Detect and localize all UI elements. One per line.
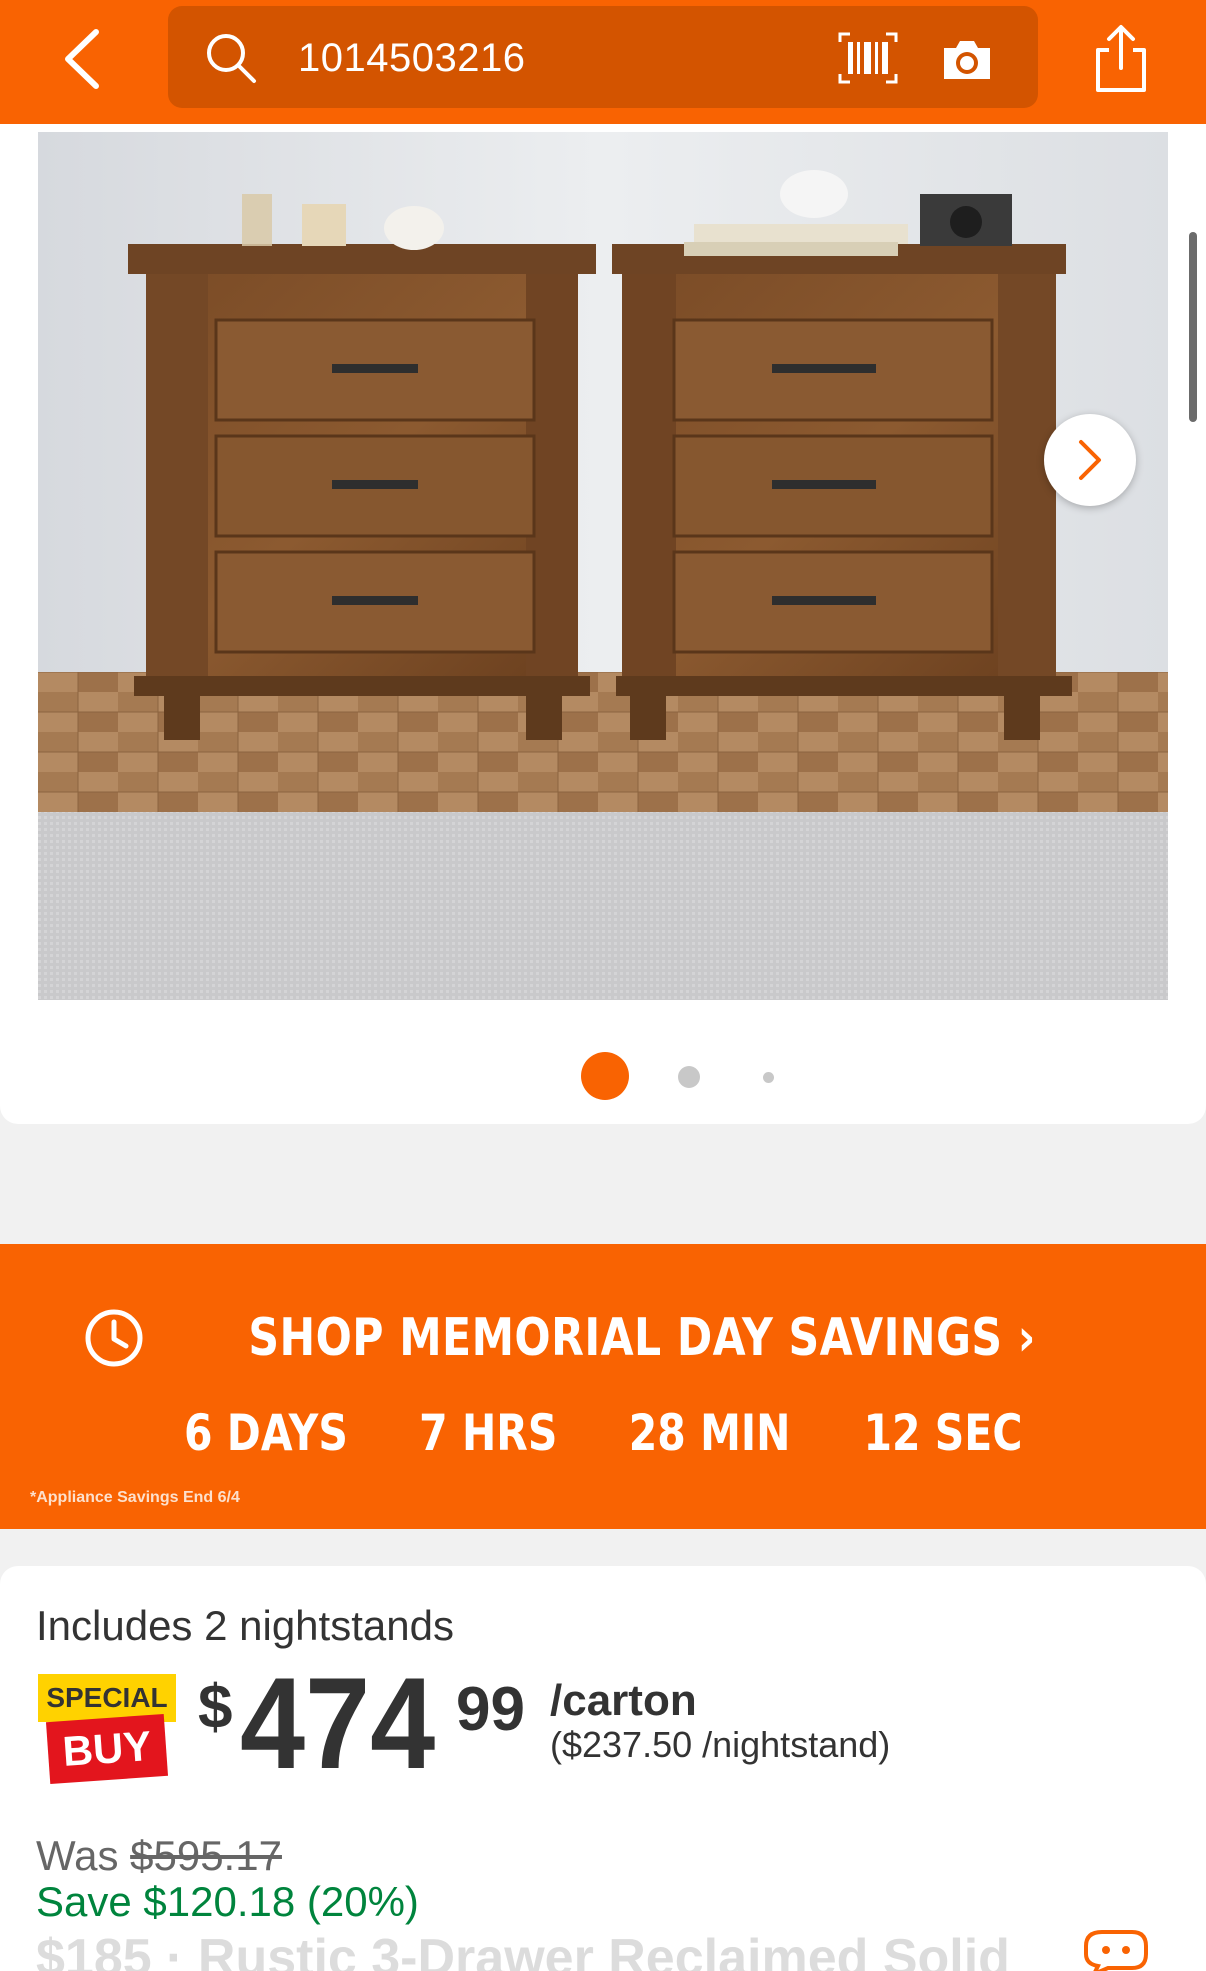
search-icon (207, 34, 256, 83)
pagination-dot[interactable] (763, 1072, 774, 1083)
product-title-partial: $185 · Rustic 3-Drawer Reclaimed Solid (36, 1929, 1010, 1971)
chat-assistant-icon[interactable] (1080, 1926, 1152, 1971)
countdown-seconds: 12 SEC (863, 1404, 1023, 1462)
camera-icon[interactable] (940, 38, 994, 82)
special-buy-badge: SPECIAL BUY (38, 1674, 180, 1792)
share-button[interactable] (1090, 22, 1152, 94)
back-arrow-icon (65, 29, 99, 89)
pagination-dot[interactable] (678, 1066, 700, 1088)
memorial-day-promo-banner[interactable]: SHOP MEMORIAL DAY SAVINGS › 6 DAYS 7 HRS… (0, 1244, 1206, 1529)
price-unit: /carton (550, 1676, 697, 1725)
pagination-dot-active[interactable] (581, 1052, 629, 1100)
price-dollars: 474 (240, 1650, 436, 1796)
savings-text: Save $120.18 (20%) (36, 1878, 419, 1925)
barcode-scan-icon[interactable] (838, 32, 898, 84)
top-app-bar: 1014503216 (0, 0, 1206, 124)
share-icon (1096, 25, 1146, 92)
promo-disclaimer: *Appliance Savings End 6/4 (30, 1489, 240, 1506)
product-info-card: Includes 2 nightstands SPECIAL BUY $ 474… (0, 1566, 1206, 1971)
gallery-pagination (0, 1038, 1206, 1100)
was-label: Was (36, 1832, 119, 1879)
clock-icon (85, 1309, 143, 1367)
promo-title-row[interactable]: SHOP MEMORIAL DAY SAVINGS › (0, 1308, 1206, 1368)
countdown-hours: 7 HRS (419, 1404, 558, 1462)
product-image-gallery[interactable] (0, 124, 1206, 1124)
price-cents: 99 (456, 1675, 525, 1744)
chevron-right-icon: › (1017, 1308, 1036, 1368)
was-price: Was $595.17 (36, 1832, 282, 1880)
price-per-item: ($237.50 /nightstand) (550, 1724, 891, 1765)
badge-buy-label: BUY (45, 1713, 169, 1785)
countdown-minutes: 28 MIN (628, 1404, 791, 1462)
includes-text: Includes 2 nightstands (36, 1602, 454, 1649)
next-image-button[interactable] (1044, 414, 1136, 506)
search-bar[interactable]: 1014503216 (168, 6, 1038, 108)
search-input-value[interactable]: 1014503216 (298, 36, 525, 81)
price-currency: $ (198, 1673, 233, 1742)
was-amount: $595.17 (130, 1832, 282, 1879)
nightstands-photo (38, 132, 1168, 1000)
chevron-right-icon (1079, 440, 1101, 480)
promo-title[interactable]: SHOP MEMORIAL DAY SAVINGS › (248, 1308, 1035, 1368)
back-button[interactable] (52, 24, 112, 94)
product-image[interactable] (38, 132, 1168, 1000)
countdown-timer: 6 DAYS 7 HRS 28 MIN 12 SEC (0, 1404, 1206, 1462)
gallery-scrollbar[interactable] (1189, 232, 1197, 422)
countdown-days: 6 DAYS (184, 1404, 349, 1462)
